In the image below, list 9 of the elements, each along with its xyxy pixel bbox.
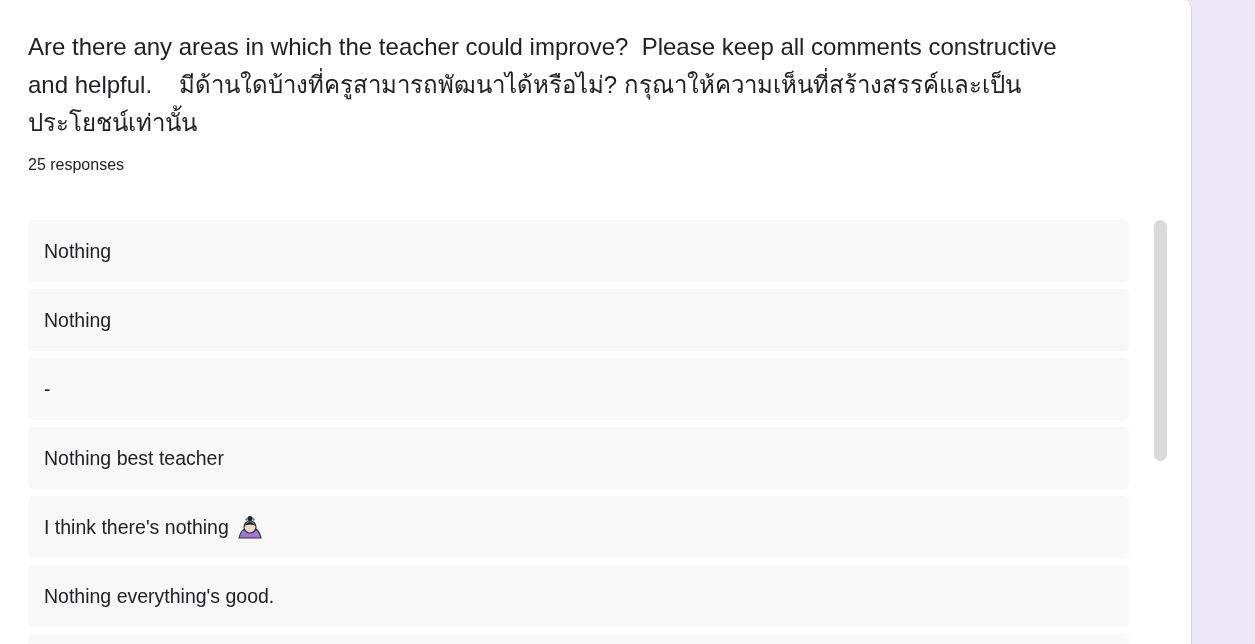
response-count: 25 responses <box>28 156 126 174</box>
response-text: Nothing best teacher <box>44 446 224 470</box>
response-text: I think there's nothing <box>44 515 229 539</box>
response-text: Nothing <box>44 308 112 332</box>
response-text: - <box>44 377 51 401</box>
question-title: Are there any areas in which the teacher could improve? Please keep all comments constructive and helpful. มีด้านใดบ้างที่ครูสามารถพัฒนาได้หรือไม่? กรุณาให้ความเห็นที่สร้างสรรค์และเป็นประโยชน์เท่านั้น <box>28 32 1058 138</box>
response-text: Nothing <box>44 239 112 263</box>
scrollbar-thumb[interactable] <box>1154 220 1167 461</box>
response-text: Nothing everything's good. <box>44 584 275 608</box>
